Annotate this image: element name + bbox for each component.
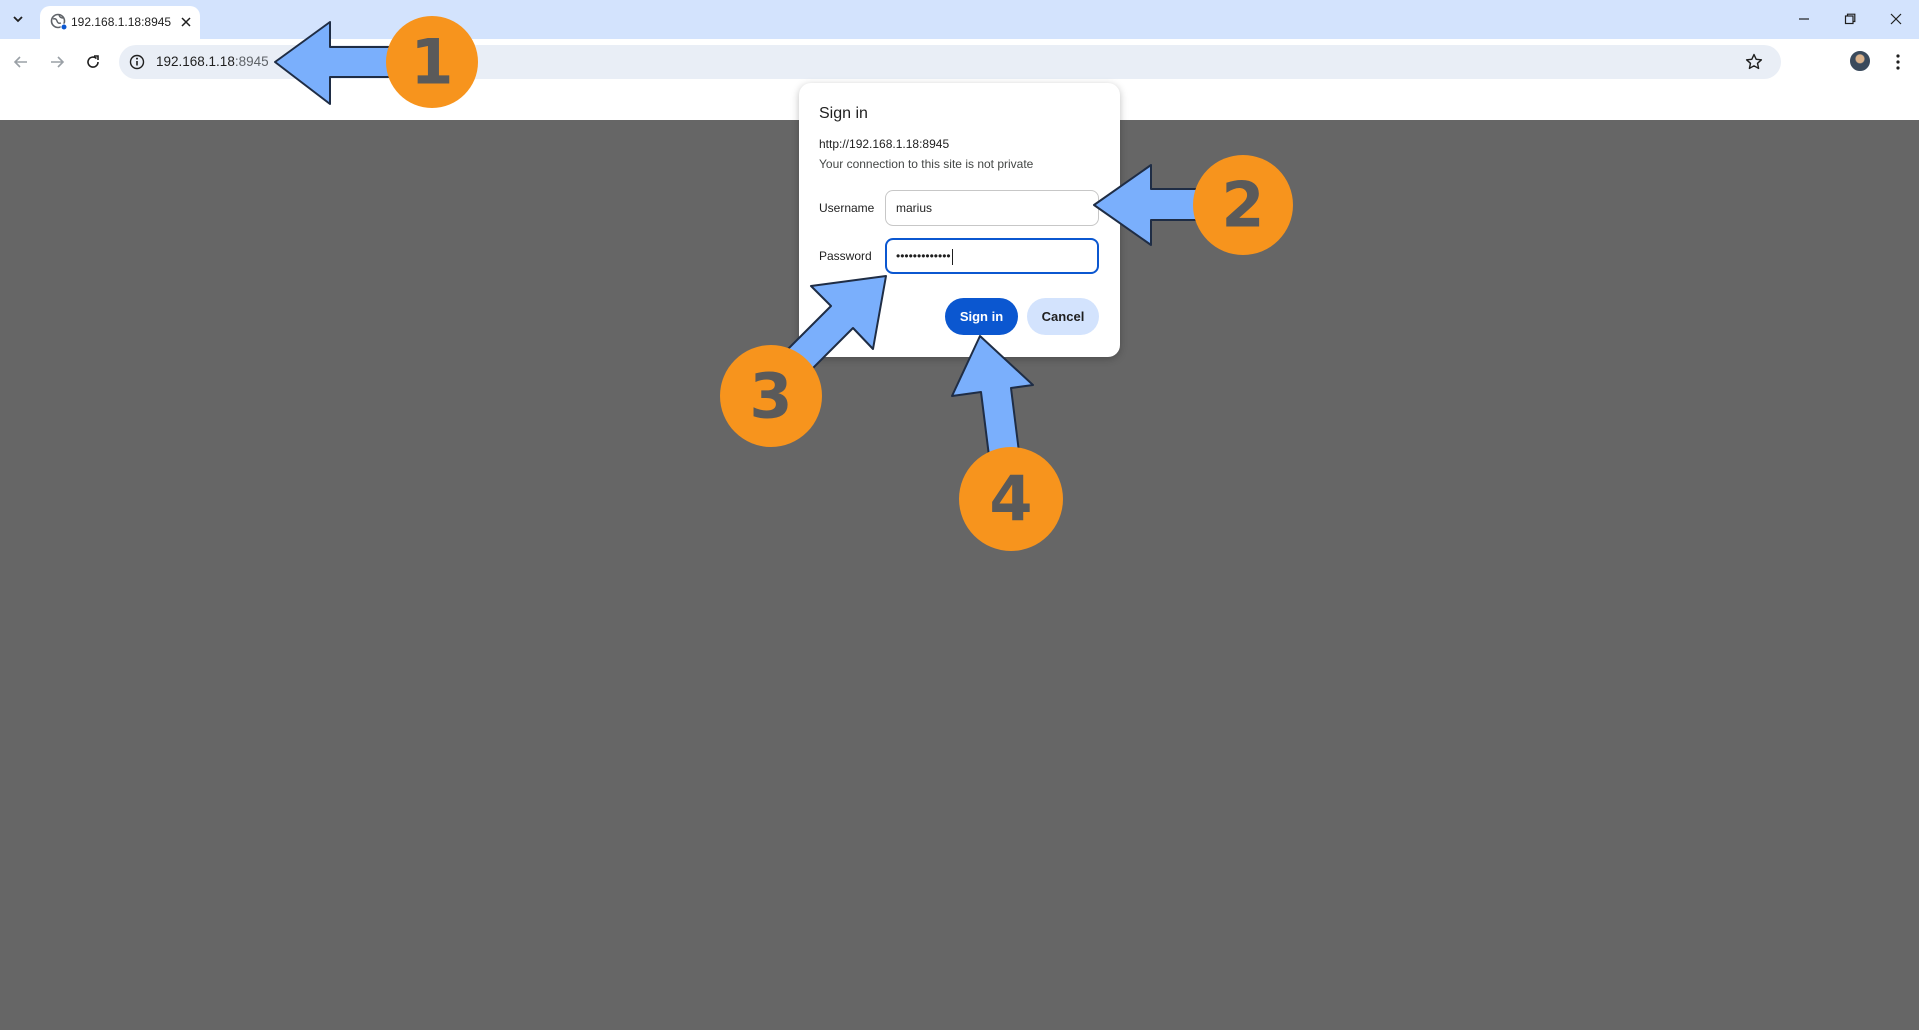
text-caret <box>952 249 953 265</box>
tab-close-button[interactable] <box>177 13 195 31</box>
tab-strip: 192.168.1.18:8945 <box>0 0 1919 39</box>
minimize-button[interactable] <box>1781 0 1827 37</box>
step-number-3: 3 <box>749 360 792 433</box>
step-badge-3: 3 <box>720 345 822 447</box>
password-label: Password <box>819 249 872 263</box>
address-url[interactable]: 192.168.1.18:8945 <box>156 54 269 69</box>
reload-button[interactable] <box>80 49 106 75</box>
step-number-2: 2 <box>1221 169 1264 242</box>
arrow-right-icon <box>49 54 65 70</box>
password-value: ••••••••••••• <box>896 249 951 263</box>
kebab-menu-icon <box>1896 54 1900 70</box>
close-icon <box>181 17 191 27</box>
username-value: marius <box>896 201 932 215</box>
restore-button[interactable] <box>1827 0 1873 37</box>
star-icon[interactable] <box>1744 52 1764 72</box>
back-button[interactable] <box>8 49 34 75</box>
step-badge-4: 4 <box>959 447 1063 551</box>
step-number-4: 4 <box>989 463 1032 536</box>
info-icon[interactable] <box>128 53 146 71</box>
arrow-left-icon <box>13 54 29 70</box>
close-window-button[interactable] <box>1873 0 1919 37</box>
username-field[interactable]: marius <box>885 190 1099 226</box>
address-port: :8945 <box>235 54 269 69</box>
chevron-down-icon <box>12 13 24 25</box>
username-label: Username <box>819 201 874 215</box>
password-field[interactable]: ••••••••••••• <box>885 238 1099 274</box>
dialog-privacy-note: Your connection to this site is not priv… <box>819 157 1033 171</box>
tab-search-button[interactable] <box>6 7 30 31</box>
dialog-origin: http://192.168.1.18:8945 <box>819 137 949 151</box>
restore-icon <box>1844 13 1856 25</box>
browser-tab[interactable]: 192.168.1.18:8945 <box>40 6 200 39</box>
dialog-title: Sign in <box>819 105 868 123</box>
cancel-button[interactable]: Cancel <box>1027 298 1099 335</box>
address-bar[interactable]: 192.168.1.18:8945 <box>119 45 1781 79</box>
sign-in-dialog: Sign in http://192.168.1.18:8945 Your co… <box>799 83 1120 357</box>
reload-icon <box>85 54 101 70</box>
minimize-icon <box>1798 13 1810 25</box>
close-icon <box>1890 13 1902 25</box>
step-badge-2: 2 <box>1193 155 1293 255</box>
menu-button[interactable] <box>1888 49 1908 75</box>
sign-in-button[interactable]: Sign in <box>945 298 1018 335</box>
address-host: 192.168.1.18 <box>156 54 235 69</box>
forward-button[interactable] <box>44 49 70 75</box>
tab-title: 192.168.1.18:8945 <box>71 15 171 29</box>
avatar[interactable] <box>1850 51 1870 71</box>
globe-icon <box>50 13 68 31</box>
